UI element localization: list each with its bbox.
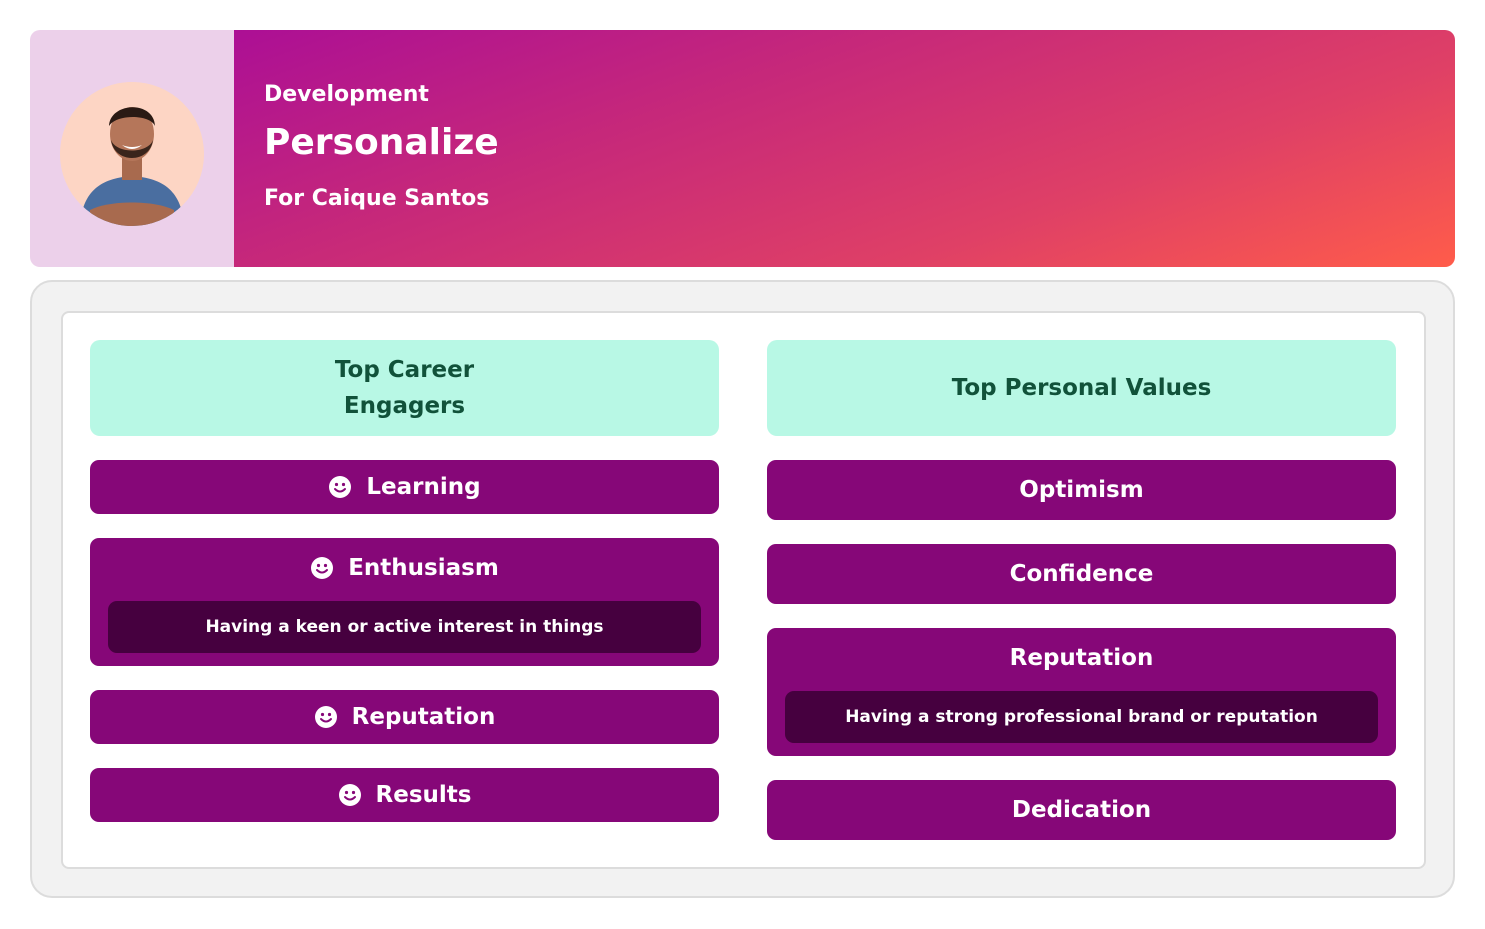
personal-values-heading-text: Top Personal Values (951, 375, 1212, 401)
career-engagers-heading: Top Career Engagers (90, 340, 719, 436)
user-name-line: For Caique Santos (264, 186, 490, 211)
smile-icon (311, 557, 334, 579)
career-item-label: Learning (366, 474, 481, 500)
content-frame: Top Career Engagers Learning Enthusiasm … (30, 280, 1455, 898)
value-item-description: Having a strong professional brand or re… (785, 691, 1378, 743)
smile-icon (314, 706, 337, 728)
career-item-row: Enthusiasm (90, 538, 719, 598)
person-illustration (60, 82, 204, 226)
career-item-label: Reputation (351, 704, 496, 730)
value-item-optimism[interactable]: Optimism (767, 460, 1396, 520)
value-item-label: Reputation (1009, 645, 1154, 671)
value-item-row: Reputation (767, 628, 1396, 688)
value-item-row: Optimism (767, 460, 1396, 520)
header-banner: Development Personalize For Caique Santo… (234, 30, 1455, 267)
header-subtitle: Development (264, 82, 429, 107)
content-card: Top Career Engagers Learning Enthusiasm … (61, 311, 1426, 869)
value-item-dedication[interactable]: Dedication (767, 780, 1396, 840)
value-item-label: Optimism (1019, 477, 1144, 503)
personal-values-column: Top Personal Values Optimism Confidence … (767, 340, 1396, 840)
career-item-row: Learning (90, 460, 719, 514)
career-item-learning[interactable]: Learning (90, 460, 719, 514)
value-item-reputation[interactable]: Reputation Having a strong professional … (767, 628, 1396, 756)
career-item-description: Having a keen or active interest in thin… (108, 601, 701, 653)
value-item-row: Dedication (767, 780, 1396, 840)
career-item-results[interactable]: Results (90, 768, 719, 822)
career-item-reputation[interactable]: Reputation (90, 690, 719, 744)
smile-icon (338, 784, 361, 806)
career-item-enthusiasm[interactable]: Enthusiasm Having a keen or active inter… (90, 538, 719, 666)
smile-icon (329, 476, 352, 498)
career-engagers-column: Top Career Engagers Learning Enthusiasm … (90, 340, 719, 822)
value-item-row: Confidence (767, 544, 1396, 604)
career-item-row: Reputation (90, 690, 719, 744)
career-item-label: Enthusiasm (348, 555, 499, 581)
value-item-label: Dedication (1011, 797, 1152, 823)
career-item-label: Results (375, 782, 472, 808)
page-title: Personalize (264, 122, 499, 163)
career-item-row: Results (90, 768, 719, 822)
career-engagers-heading-text: Top Career Engagers (334, 357, 475, 419)
personal-values-heading: Top Personal Values (767, 340, 1396, 436)
avatar-panel (30, 30, 234, 267)
value-item-confidence[interactable]: Confidence (767, 544, 1396, 604)
avatar (60, 82, 204, 226)
profile-header: Development Personalize For Caique Santo… (30, 30, 1455, 267)
value-item-label: Confidence (1009, 561, 1154, 587)
